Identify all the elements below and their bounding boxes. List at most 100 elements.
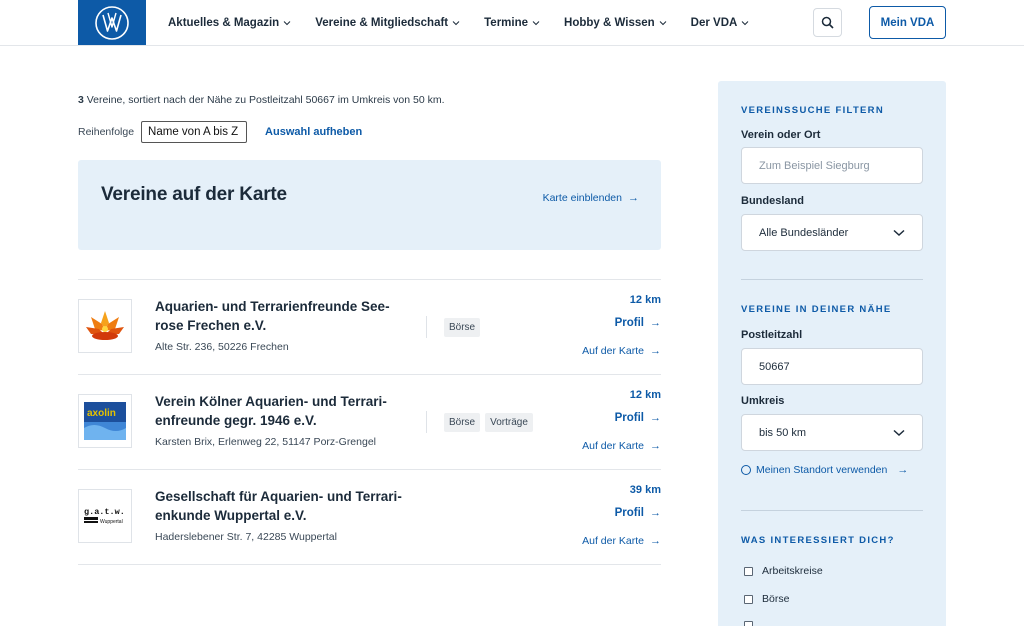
chevron-down-icon	[893, 429, 905, 436]
nav-label: Aktuelles & Magazin	[168, 16, 280, 29]
arrow-right-icon: →	[897, 464, 909, 476]
profile-link[interactable]: Profil →	[615, 317, 661, 329]
arrow-right-icon: →	[650, 507, 661, 519]
arrow-right-icon: →	[650, 412, 661, 424]
club-or-place-input[interactable]: Zum Beispiel Siegburg	[741, 147, 923, 184]
club-row: axolin Verein Kölner Aquarien- und Terra…	[78, 375, 661, 470]
logo-subtext: Wuppertal	[100, 519, 123, 525]
club-logo: axolin	[78, 394, 132, 448]
radius-label: Umkreis	[741, 395, 785, 407]
show-map-link[interactable]: Karte einblenden →	[543, 192, 639, 204]
location-ring-icon	[741, 465, 751, 475]
arrow-right-icon: →	[650, 440, 661, 452]
profile-label: Profil	[614, 317, 644, 329]
axolin-logo-icon: axolin	[84, 402, 126, 440]
tag-badge: Börse	[444, 412, 481, 432]
radius-value: bis 50 km	[759, 426, 807, 439]
checkbox[interactable]	[744, 594, 753, 604]
chevron-down-icon	[532, 20, 540, 25]
club-name[interactable]: Aquarien- und Terrarienfreunde See­rose …	[155, 297, 405, 335]
nav-hobby[interactable]: Hobby & Wissen	[564, 17, 667, 29]
club-address: Karsten Brix, Erlenweg 22, 51147 Porz-Gr…	[155, 436, 377, 448]
interests-section-title: WAS INTERESSIERT DICH?	[741, 535, 895, 546]
club-name[interactable]: Gesellschaft für Aquarien- und Terrari­e…	[155, 487, 405, 525]
show-map-label: Karte einblenden	[542, 192, 622, 204]
club-distance: 39 km	[629, 484, 661, 496]
on-map-link[interactable]: Auf der Karte →	[582, 345, 661, 357]
filter-section-title: VEREINSSUCHE FILTERN	[741, 105, 885, 116]
club-address: Haderslebener Str. 7, 42285 Wuppertal	[155, 531, 337, 543]
club-or-place-label: Verein oder Ort	[741, 129, 821, 141]
club-address: Alte Str. 236, 50226 Frechen	[155, 341, 289, 353]
sort-row: Reihenfolge Name von A bis Z Auswahl auf…	[78, 121, 362, 143]
zip-input[interactable]: 50667	[741, 348, 923, 385]
arrow-right-icon: →	[628, 192, 639, 204]
filter-sidebar: VEREINSSUCHE FILTERN Verein oder Ort Zum…	[718, 81, 946, 626]
club-list: Aquarien- und Terrarienfreunde See­rose …	[78, 279, 661, 565]
nav-label: Vereine & Mitgliedschaft	[315, 16, 449, 29]
club-distance: 12 km	[629, 389, 661, 401]
sidebar-divider	[741, 510, 923, 511]
club-name[interactable]: Verein Kölner Aquarien- und Terrari­enfr…	[155, 392, 405, 430]
map-panel: Vereine auf der Karte Karte einblenden →	[78, 160, 661, 250]
nav-termine[interactable]: Termine	[484, 17, 540, 29]
interest-checkbox-more[interactable]	[744, 621, 762, 626]
map-title: Vereine auf der Karte	[101, 184, 287, 205]
sort-value: Name von A bis Z	[148, 126, 239, 138]
state-value: Alle Bundesländer	[759, 226, 849, 239]
chevron-down-icon	[452, 20, 460, 25]
profile-label: Profil	[614, 412, 644, 424]
checkbox[interactable]	[744, 621, 753, 626]
nav-der-vda[interactable]: Der VDA	[691, 17, 750, 29]
nav-label: Hobby & Wissen	[564, 16, 655, 29]
results-summary: 3 Vereine, sortiert nach der Nähe zu Pos…	[78, 94, 445, 106]
sort-label: Reihenfolge	[78, 126, 135, 138]
on-map-label: Auf der Karte	[582, 345, 644, 357]
club-logo: g.a.t.w. Wuppertal	[78, 489, 132, 543]
search-icon	[821, 16, 834, 29]
use-location-link[interactable]: Meinen Standort verwenden →	[741, 464, 908, 476]
profile-link[interactable]: Profil →	[615, 507, 661, 519]
mein-vda-button[interactable]: Mein VDA	[869, 6, 946, 39]
checkbox[interactable]	[744, 566, 753, 576]
zip-label: Postleitzahl	[741, 329, 803, 341]
tag-badge: Börse	[444, 317, 481, 337]
nav-label: Der VDA	[690, 16, 738, 29]
gatw-logo-icon: g.a.t.w. Wuppertal	[84, 507, 125, 525]
arrow-right-icon: →	[650, 535, 661, 547]
club-row: g.a.t.w. Wuppertal Gesellschaft für Aqua…	[78, 470, 661, 565]
radius-select[interactable]: bis 50 km	[741, 414, 923, 451]
use-location-label: Meinen Standort verwenden	[756, 464, 888, 476]
arrow-right-icon: →	[650, 317, 661, 329]
nav-aktuelles[interactable]: Aktuelles & Magazin	[168, 17, 291, 29]
on-map-link[interactable]: Auf der Karte →	[582, 440, 661, 452]
interest-checkbox-arbeitskreise[interactable]: Arbeitskreise	[744, 565, 823, 577]
sidebar-divider	[741, 279, 923, 280]
interest-checkbox-boerse[interactable]: Börse	[744, 593, 789, 605]
nav-vereine[interactable]: Vereine & Mitgliedschaft	[315, 17, 460, 29]
interest-label: Arbeitskreise	[762, 565, 823, 577]
site-header: Aktuelles & Magazin Vereine & Mitgliedsc…	[0, 0, 1024, 46]
chevron-down-icon	[741, 20, 749, 25]
nearby-section-title: VEREINE IN DEINER NÄHE	[741, 304, 892, 315]
vda-logo[interactable]	[78, 0, 146, 45]
results-summary-text: Vereine, sortiert nach der Nähe zu Postl…	[83, 94, 445, 106]
logo-text: axolin	[87, 408, 116, 419]
logo-text: g.a.t.w.	[84, 507, 125, 517]
chevron-down-icon	[283, 20, 291, 25]
chevron-down-icon	[659, 20, 667, 25]
search-button[interactable]	[813, 8, 842, 37]
on-map-link[interactable]: Auf der Karte →	[582, 535, 661, 547]
sort-select[interactable]: Name von A bis Z	[141, 121, 248, 143]
club-logo	[78, 299, 132, 353]
on-map-label: Auf der Karte	[582, 440, 644, 452]
on-map-label: Auf der Karte	[582, 535, 644, 547]
club-distance: 12 km	[629, 294, 661, 306]
clear-selection-link[interactable]: Auswahl aufheben	[265, 126, 362, 138]
zip-value: 50667	[759, 360, 790, 373]
tag-badge: Vorträge	[485, 412, 533, 432]
profile-link[interactable]: Profil →	[615, 412, 661, 424]
state-select[interactable]: Alle Bundesländer	[741, 214, 923, 251]
interest-label: Börse	[762, 593, 790, 605]
main-nav: Aktuelles & Magazin Vereine & Mitgliedsc…	[168, 0, 773, 45]
